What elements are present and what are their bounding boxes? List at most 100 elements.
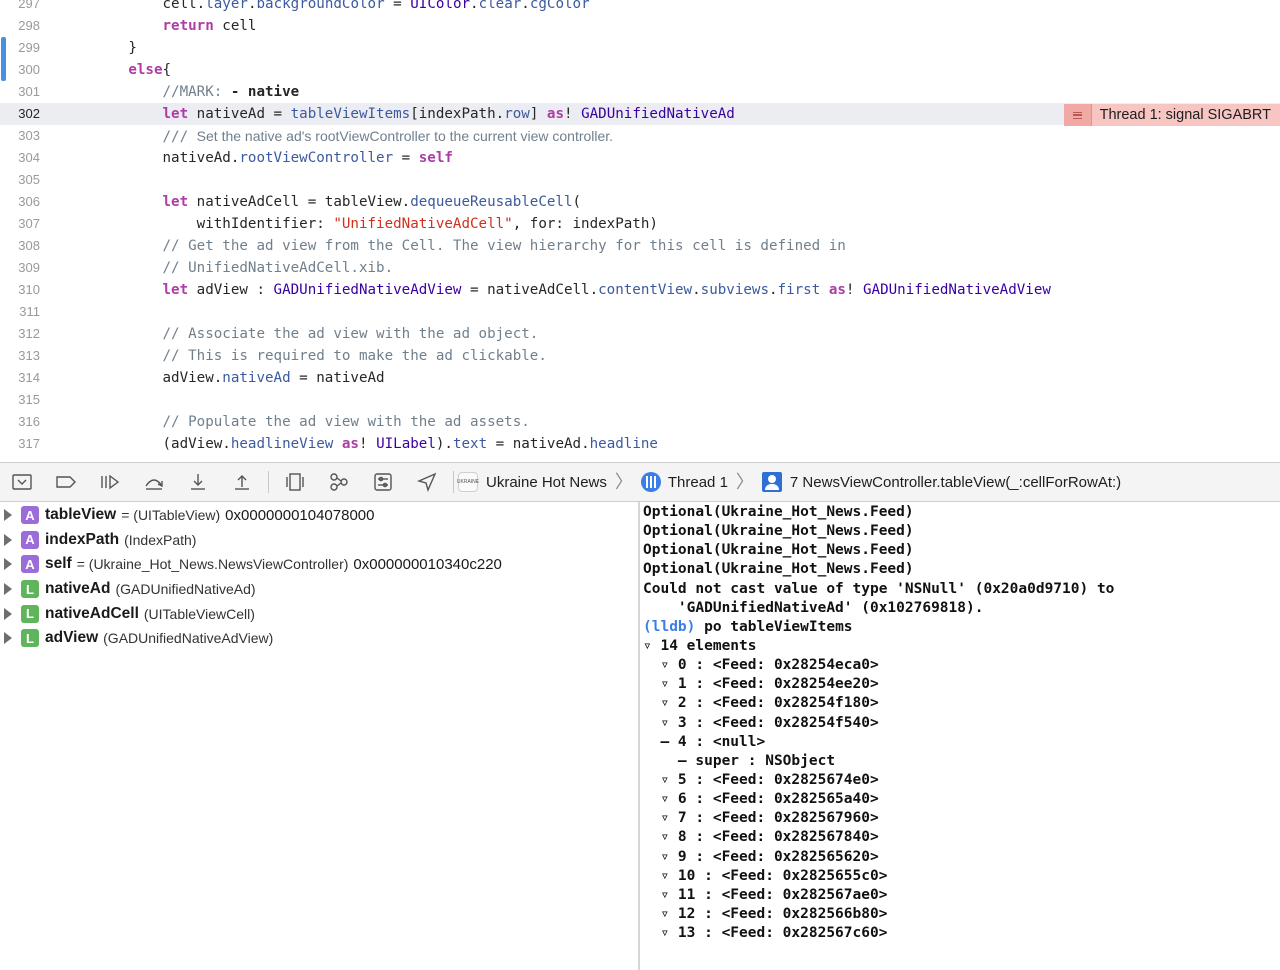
hide-debug-area-button[interactable] [0,463,44,501]
line-number[interactable]: 305 [0,169,48,191]
argument-badge-icon: A [21,506,39,525]
breadcrumb-app[interactable]: Ukraine Hot News [486,474,607,491]
issue-list-icon[interactable] [1063,104,1092,126]
code-token: //MARK: [162,84,231,100]
code-text: let nativeAd = tableViewItems[indexPath.… [60,103,735,125]
variable-row[interactable]: Aself = (Ukraine_Hot_News.NewsViewControl… [0,552,638,577]
location-icon [416,472,437,492]
variable-row[interactable]: AindexPath (IndexPath) [0,528,638,553]
code-line[interactable]: 299 } [0,37,1280,59]
breadcrumb-frame[interactable]: 7 NewsViewController.tableView(_:cellFor… [790,474,1121,491]
line-number[interactable]: 298 [0,15,48,37]
disclosure-triangle-icon[interactable] [4,509,12,522]
error-annotation[interactable]: Thread 1: signal SIGABRT [1063,104,1280,126]
code-line[interactable]: 307 withIdentifier: "UnifiedNativeAdCell… [0,213,1280,235]
code-line[interactable]: 304 nativeAd.rootViewController = self [0,147,1280,169]
code-token: = [384,0,411,12]
code-token: = [393,150,419,166]
line-number[interactable]: 316 [0,411,48,433]
breadcrumb-thread[interactable]: Thread 1 [668,474,728,491]
code-text: cell.layer. backgroundColor = UIColor.cle… [60,0,590,15]
line-number[interactable]: 313 [0,345,48,367]
code-token: headlineView [230,436,334,452]
line-number[interactable]: 310 [0,279,48,301]
code-line[interactable]: 313 // This is required to make the ad c… [0,345,1280,367]
continue-button[interactable] [88,463,132,501]
line-number[interactable]: 315 [0,389,48,411]
disclosure-triangle-icon[interactable] [4,632,12,645]
code-token: (adView. [162,436,231,452]
debug-memory-graph-button[interactable] [317,463,361,501]
code-token: cgColor [529,0,590,12]
step-into-button[interactable] [176,463,220,501]
line-number[interactable]: 303 [0,125,48,147]
code-line[interactable]: 312 // Associate the ad view with the ad… [0,323,1280,345]
code-line[interactable]: 309 // UnifiedNativeAdCell.xib. [0,257,1280,279]
local-badge-icon: L [21,580,39,599]
disclosure-triangle-icon[interactable] [4,558,12,571]
code-line[interactable]: 316 // Populate the ad view with the ad … [0,411,1280,433]
code-text: // UnifiedNativeAdCell.xib. [60,257,394,279]
code-text: nativeAd.rootViewController = self [60,147,453,169]
variable-row[interactable]: AtableView = (UITableView) 0x0000000104078… [0,503,638,528]
code-line[interactable]: 315 [0,389,1280,411]
pane-divider[interactable] [638,502,640,970]
debug-view-hierarchy-button[interactable] [273,463,317,501]
code-line[interactable]: 303 /// Set the native ad's rootViewCont… [0,125,1280,147]
line-number[interactable]: 309 [0,257,48,279]
console-line: Optional(Ukraine_Hot_News.Feed) [643,504,914,520]
variable-row[interactable]: LnativeAd (GADUnifiedNativeAd) [0,577,638,602]
code-line[interactable]: 317 (adView.headlineView as! UILabel).te… [0,433,1280,455]
step-over-button[interactable] [132,463,176,501]
code-token: = nativeAdCell. [461,282,599,298]
code-text: /// Set the native ad's rootViewControll… [60,125,614,148]
line-number[interactable]: 301 [0,81,48,103]
console-line: Could not cast value of type 'NSNull' (0… [643,580,1115,597]
code-line[interactable]: 300 else{ [0,59,1280,81]
line-number[interactable]: 300 [0,59,48,81]
code-token: clear [478,0,522,12]
step-into-icon [191,474,205,490]
code-token: as [546,106,564,122]
console-line: ▿ 5 : <Feed: 0x2825674e0> [643,771,879,788]
line-number[interactable]: 307 [0,213,48,235]
disclosure-triangle-icon[interactable] [4,607,12,620]
line-number[interactable]: 306 [0,191,48,213]
code-line[interactable]: 308 // Get the ad view from the Cell. Th… [0,235,1280,257]
code-line[interactable]: 297 cell.layer. backgroundColor = UIColor… [0,0,1280,15]
line-number[interactable]: 297 [0,0,48,15]
console-output[interactable]: Optional(Ukraine_Hot_News.Feed) Optional(… [641,502,1280,970]
variable-type: (GADUnifiedNativeAdView) [103,630,274,647]
variable-name: adView [45,629,99,647]
simulate-location-button[interactable] [405,463,449,501]
variable-row[interactable]: LadView (GADUnifiedNativeAdView) [0,626,638,651]
toolbar-separator [453,471,454,493]
disclosure-triangle-icon[interactable] [4,533,12,546]
code-token: let [162,282,189,298]
line-number[interactable]: 317 [0,433,48,455]
line-number[interactable]: 314 [0,367,48,389]
line-number[interactable]: 302 [0,103,48,125]
code-line[interactable]: 305 [0,169,1280,191]
code-line[interactable]: 298 return cell [0,15,1280,37]
code-token: first [777,282,821,298]
environment-overrides-button[interactable] [361,463,405,501]
code-line[interactable]: 301 //MARK: - native [0,81,1280,103]
source-editor[interactable]: 297 cell.layer.backgroundColor = UIColor… [0,0,1280,462]
code-line[interactable]: 306 let nativeAdCell = tableView.dequeue… [0,191,1280,213]
line-number[interactable]: 311 [0,301,48,323]
line-number[interactable]: 304 [0,147,48,169]
code-token: "UnifiedNativeAdCell" [333,216,513,232]
code-line[interactable]: 314 adView.nativeAd = nativeAd [0,367,1280,389]
step-out-button[interactable] [220,463,264,501]
code-token: } [128,40,137,56]
console-line: ▿ 7 : <Feed: 0x282567960> [643,810,879,827]
line-number[interactable]: 299 [0,37,48,59]
disclosure-triangle-icon[interactable] [4,583,12,596]
code-line[interactable]: 310 let adView : GADUnifiedNativeAdView … [0,279,1280,301]
line-number[interactable]: 308 [0,235,48,257]
breakpoints-toggle-button[interactable] [44,463,88,501]
code-line[interactable]: 311 [0,301,1280,323]
line-number[interactable]: 312 [0,323,48,345]
variable-row[interactable]: LnativeAdCell (UITableViewCell) [0,601,638,626]
